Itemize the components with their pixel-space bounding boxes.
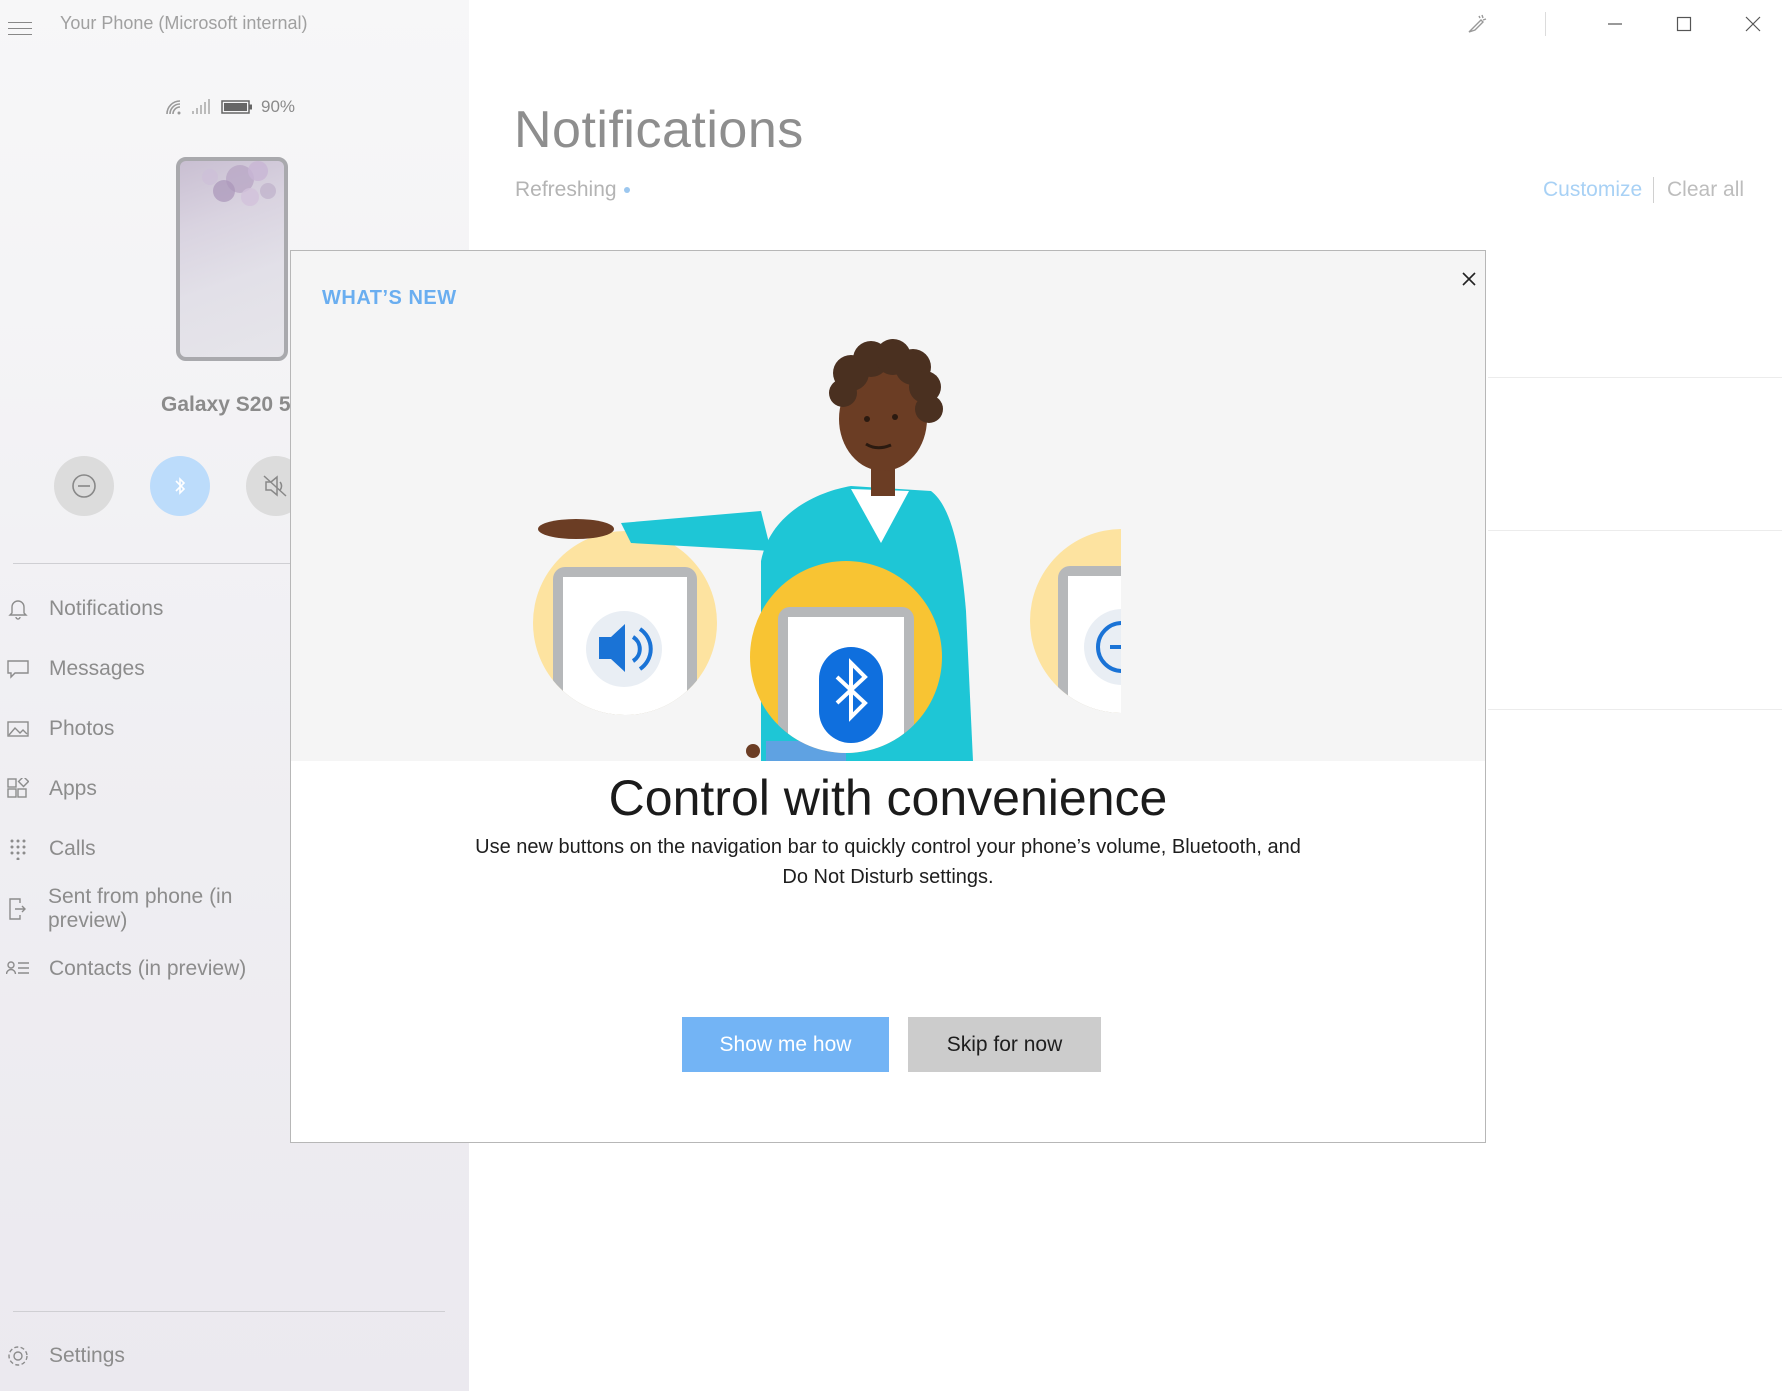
feature-illustration: [533, 339, 1121, 761]
show-me-how-button[interactable]: Show me how: [682, 1017, 889, 1072]
maximize-icon: [1676, 16, 1692, 32]
bell-icon: [6, 597, 30, 621]
nav-item-settings[interactable]: Settings: [6, 1336, 306, 1376]
apps-icon: [6, 777, 30, 801]
nav-item-notifications[interactable]: Notifications: [6, 589, 306, 629]
contacts-icon: [6, 957, 30, 981]
notification-divider: [1488, 530, 1782, 531]
nav-item-apps[interactable]: Apps: [6, 769, 306, 809]
battery-percentage: 90%: [261, 97, 296, 116]
photos-icon: [6, 717, 30, 741]
customize-link[interactable]: Customize: [1543, 178, 1642, 202]
nav-label: Calls: [49, 837, 96, 860]
nav-label: Photos: [49, 717, 115, 740]
do-not-disturb-circle: [1030, 529, 1121, 713]
page-title: Notifications: [514, 101, 804, 159]
device-name: Galaxy S20 5G: [161, 393, 307, 416]
signal-icon: [192, 99, 210, 114]
maximize-button[interactable]: [1662, 10, 1706, 38]
speaker-muted-icon: [263, 475, 287, 497]
dialog-description-line-2: Do Not Disturb settings.: [782, 866, 994, 888]
nav-item-contacts[interactable]: Contacts (in preview): [6, 949, 306, 989]
whats-new-dialog: WHAT’S NEW Control with convenience Use …: [290, 250, 1486, 1143]
phone-image: [176, 157, 288, 361]
nav-item-messages[interactable]: Messages: [6, 649, 306, 689]
gear-icon: [6, 1344, 30, 1368]
wifi-icon: [166, 100, 181, 115]
dialog-description: Use new buttons on the navigation bar to…: [438, 832, 1338, 892]
close-icon: [1745, 16, 1761, 32]
refresh-status: Refreshing: [515, 178, 617, 201]
nav-item-calls[interactable]: Calls: [6, 829, 306, 869]
battery-icon: [221, 100, 252, 114]
nav-label: Settings: [49, 1344, 125, 1367]
dialpad-icon: [6, 837, 30, 861]
bluetooth-icon: [175, 477, 186, 495]
clear-all-link[interactable]: Clear all: [1667, 178, 1744, 202]
notification-divider: [1488, 709, 1782, 710]
titlebar-separator: [1545, 12, 1546, 36]
link-separator: [1653, 177, 1654, 203]
nav-label: Contacts (in preview): [49, 957, 247, 980]
nav-item-sent-from-phone[interactable]: Sent from phone (in preview): [6, 885, 306, 932]
app-title: Your Phone (Microsoft internal): [60, 13, 308, 33]
do-not-disturb-icon: [72, 474, 96, 498]
skip-for-now-button[interactable]: Skip for now: [908, 1017, 1101, 1072]
phone-status: 90%: [165, 97, 295, 117]
bluetooth-button[interactable]: [150, 456, 210, 516]
message-icon: [6, 657, 30, 681]
nav-label: Apps: [49, 777, 97, 800]
do-not-disturb-button[interactable]: [54, 456, 114, 516]
dialog-description-line-1: Use new buttons on the navigation bar to…: [475, 836, 1301, 858]
close-window-button[interactable]: [1731, 10, 1775, 38]
dialog-headline: Control with convenience: [608, 770, 1168, 826]
nav-label: Messages: [49, 657, 145, 680]
nav-item-photos[interactable]: Photos: [6, 709, 306, 749]
minimize-icon: [1608, 23, 1622, 25]
volume-circle: [533, 531, 717, 715]
close-icon: [1462, 272, 1476, 286]
nav-label: Notifications: [49, 597, 164, 620]
feedback-button[interactable]: [1455, 10, 1499, 38]
hamburger-menu-icon[interactable]: [8, 22, 32, 36]
sidebar-bottom-divider: [13, 1311, 445, 1312]
feedback-icon: [1468, 14, 1487, 33]
sent-from-phone-icon: [6, 897, 29, 921]
nav-label: Sent from phone (in preview): [47, 885, 233, 932]
notification-divider: [1488, 377, 1782, 378]
minimize-button[interactable]: [1593, 10, 1637, 38]
refresh-indicator: [624, 187, 630, 193]
dialog-close-button[interactable]: [1455, 265, 1483, 293]
whats-new-label: WHAT’S NEW: [322, 287, 457, 309]
wallpaper-flowers: [202, 161, 276, 206]
